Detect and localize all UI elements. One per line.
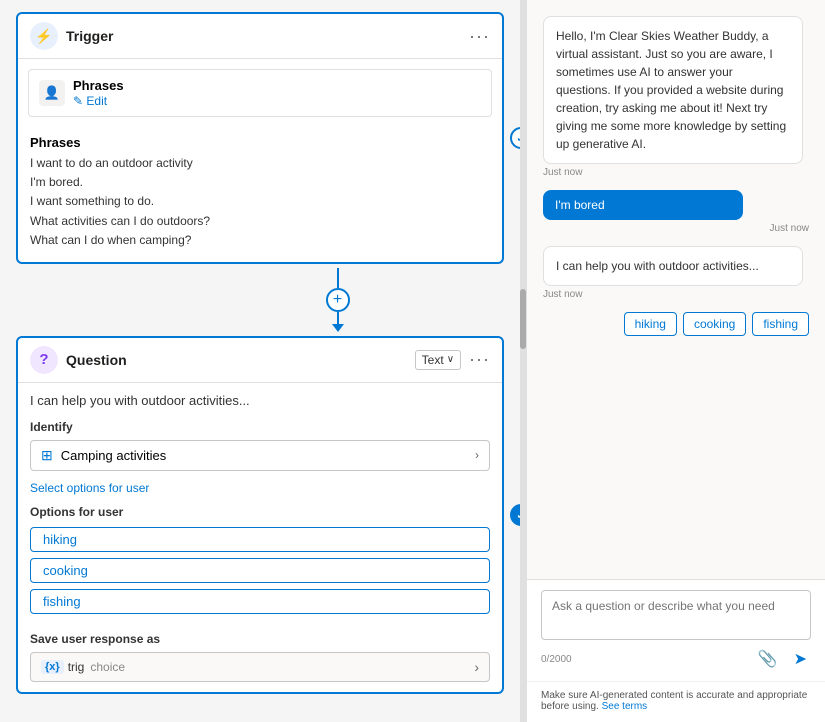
user-bubble: I'm bored <box>543 190 743 220</box>
identify-label: Identify <box>30 420 490 434</box>
chat-actions: 📎 ➤ <box>754 647 811 671</box>
send-button[interactable]: ➤ <box>790 647 811 671</box>
scroll-divider <box>520 0 526 722</box>
scroll-thumb[interactable] <box>520 289 526 349</box>
phrases-list: I want to do an outdoor activity I'm bor… <box>30 154 490 250</box>
trigger-title: Trigger <box>66 28 461 44</box>
user-timestamp: Just now <box>543 223 809 234</box>
chat-input-footer: 0/2000 📎 ➤ <box>541 647 811 671</box>
bot-reply-text: I can help you with outdoor activities..… <box>556 259 759 273</box>
char-count: 0/2000 <box>541 654 572 665</box>
identify-row[interactable]: ⊞ Camping activities › <box>30 440 490 471</box>
phrases-icon: 👤 <box>39 80 65 106</box>
reply-timestamp: Just now <box>543 289 809 300</box>
trigger-check-badge: ✓ <box>510 127 520 149</box>
user-message-text: I'm bored <box>555 198 605 212</box>
phrases-section: Phrases I want to do an outdoor activity… <box>18 127 502 262</box>
bot-greeting-text: Hello, I'm Clear Skies Weather Buddy, a … <box>556 29 786 151</box>
save-response-label: Save user response as <box>30 632 490 646</box>
phrases-title: Phrases <box>30 135 490 150</box>
left-panel: ⚡ Trigger ··· 👤 Phrases ✎ Edit Phrases I… <box>0 0 520 722</box>
phrase-item: I'm bored. <box>30 173 490 192</box>
phrase-item: What can I do when camping? <box>30 231 490 250</box>
question-type-label: Text <box>422 353 444 367</box>
connector-line-top <box>337 268 339 288</box>
identify-icon: ⊞ <box>41 447 53 464</box>
attachment-button[interactable]: 📎 <box>754 647 782 671</box>
question-menu-button[interactable]: ··· <box>469 349 490 370</box>
options-label: Options for user <box>30 505 490 519</box>
select-options-link[interactable]: Select options for user <box>30 481 490 495</box>
question-check-badge: ✓ <box>510 504 520 526</box>
save-response-section: Save user response as {x} trig choice › <box>30 632 490 682</box>
chat-input-area: 0/2000 📎 ➤ <box>527 579 825 681</box>
chat-area: Hello, I'm Clear Skies Weather Buddy, a … <box>527 0 825 579</box>
option-tag-hiking[interactable]: hiking <box>30 527 490 552</box>
greeting-timestamp: Just now <box>543 167 809 178</box>
bot-reply-bubble: I can help you with outdoor activities..… <box>543 246 803 286</box>
question-body: I can help you with outdoor activities..… <box>18 383 502 692</box>
chat-input[interactable] <box>541 590 811 640</box>
save-response-var: {x} trig choice <box>41 660 474 674</box>
question-title: Question <box>66 352 407 368</box>
phrases-label: Phrases <box>73 78 481 93</box>
bot-greeting-container: Hello, I'm Clear Skies Weather Buddy, a … <box>543 16 809 178</box>
connector: + <box>171 268 504 332</box>
question-card-header: ? Question Text ∨ ··· <box>18 338 502 383</box>
right-panel: Hello, I'm Clear Skies Weather Buddy, a … <box>526 0 825 722</box>
var-choice: choice <box>90 660 125 674</box>
question-icon: ? <box>30 346 58 374</box>
save-response-chevron-icon: › <box>474 659 479 675</box>
question-card: ? Question Text ∨ ··· I can help you wit… <box>16 336 504 694</box>
chat-option-hiking[interactable]: hiking <box>624 312 677 336</box>
question-type-dropdown[interactable]: Text ∨ <box>415 350 461 370</box>
chat-options-row: hiking cooking fishing <box>624 312 809 336</box>
connector-arrow <box>332 324 344 332</box>
trigger-card: ⚡ Trigger ··· 👤 Phrases ✎ Edit Phrases I… <box>16 12 504 264</box>
chat-option-fishing[interactable]: fishing <box>752 312 809 336</box>
chevron-down-icon: ∨ <box>447 354 454 365</box>
chat-option-cooking[interactable]: cooking <box>683 312 746 336</box>
user-message-container: I'm bored Just now <box>543 190 809 234</box>
question-body-text: I can help you with outdoor activities..… <box>30 393 490 408</box>
option-tag-fishing[interactable]: fishing <box>30 589 490 614</box>
bot-greeting-bubble: Hello, I'm Clear Skies Weather Buddy, a … <box>543 16 803 164</box>
phrase-item: I want something to do. <box>30 192 490 211</box>
disclaimer-link[interactable]: See terms <box>602 701 648 712</box>
save-response-row[interactable]: {x} trig choice › <box>30 652 490 682</box>
phrase-item: I want to do an outdoor activity <box>30 154 490 173</box>
edit-link[interactable]: ✎ Edit <box>73 94 107 108</box>
disclaimer: Make sure AI-generated content is accura… <box>527 681 825 722</box>
question-header-right: Text ∨ ··· <box>415 349 490 370</box>
trigger-icon: ⚡ <box>30 22 58 50</box>
var-trig: trig <box>68 660 85 674</box>
options-list: hiking cooking fishing <box>30 527 490 620</box>
identify-value: Camping activities <box>61 448 475 463</box>
disclaimer-text: Make sure AI-generated content is accura… <box>541 690 807 712</box>
bot-reply-container: I can help you with outdoor activities..… <box>543 246 809 300</box>
identify-chevron-icon: › <box>475 448 479 462</box>
option-tag-cooking[interactable]: cooking <box>30 558 490 583</box>
trigger-card-header: ⚡ Trigger ··· <box>18 14 502 59</box>
var-badge: {x} <box>41 660 64 674</box>
phrase-item: What activities can I do outdoors? <box>30 212 490 231</box>
trigger-phrases-box[interactable]: 👤 Phrases ✎ Edit <box>28 69 492 117</box>
add-node-button[interactable]: + <box>326 288 350 312</box>
trigger-menu-button[interactable]: ··· <box>469 26 490 47</box>
